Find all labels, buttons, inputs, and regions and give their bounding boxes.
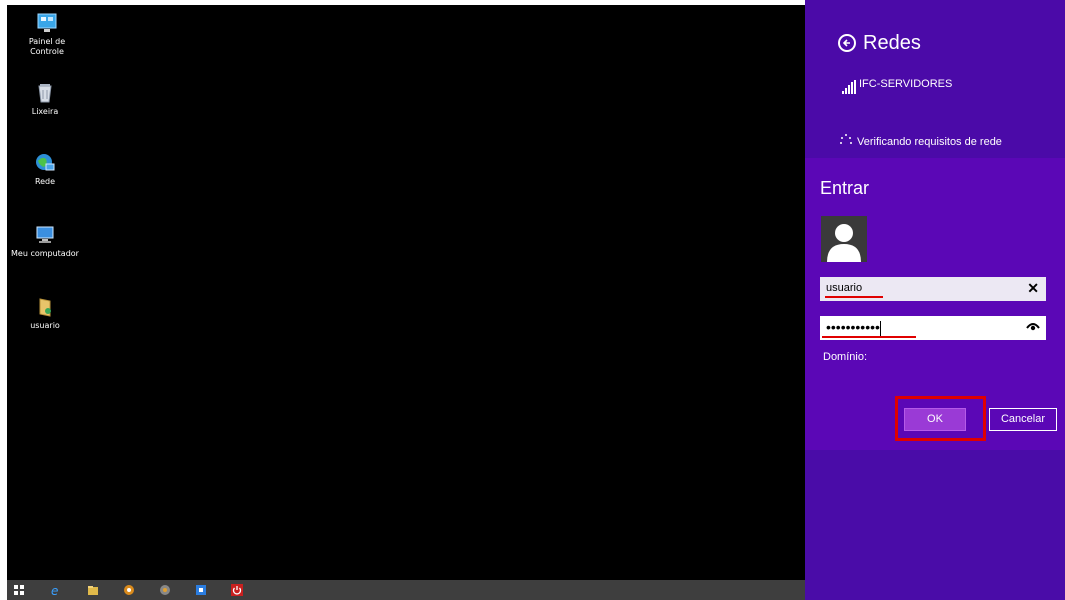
media-icon[interactable] [159,584,171,596]
store-icon[interactable] [195,584,207,596]
dialog-heading: Entrar [820,178,870,198]
username-value: usuario [826,282,863,294]
wifi-signal-icon [842,80,856,94]
annotation-underline [822,336,916,338]
panel-bottom [805,450,1065,600]
power-icon[interactable] [231,584,243,596]
cancel-button[interactable]: Cancelar [989,408,1057,431]
svg-text:e: e [51,584,58,596]
desktop-icon-label: Lixeira [31,107,59,116]
panel-title: Redes [863,32,921,54]
clear-icon[interactable]: ✕ [1027,280,1039,297]
network-icon [36,154,55,171]
domain-label: Domínio: [823,351,868,363]
network-name[interactable]: IFC-SERVIDORES [859,78,952,90]
network-panel: Redes IFC-SERVIDORES Verificando requisi… [805,0,1065,600]
reveal-password-icon[interactable] [1026,320,1040,332]
desktop-icon-label: Painel de Controle [28,37,66,56]
desktop-icon-user-folder[interactable]: usuario [10,296,80,331]
desktop-icon-recycle-bin[interactable]: Lixeira [10,82,80,117]
desktop-icon-network[interactable]: Rede [10,152,80,187]
recycle-bin-icon [38,84,52,103]
internet-explorer-icon[interactable]: e [50,584,62,596]
desktop [7,5,805,580]
start-icon[interactable] [13,584,25,596]
loading-spinner-icon [840,134,852,144]
computer-icon [36,226,54,243]
control-panel-icon [37,13,57,32]
desktop-icon-label: usuario [30,321,60,330]
annotation-underline [825,296,883,298]
desktop-icon-label: Rede [34,177,56,186]
taskbar: e [7,580,805,600]
back-arrow-icon[interactable] [838,34,856,52]
networks-section: Redes IFC-SERVIDORES Verificando requisi… [805,0,1065,158]
ok-button[interactable]: OK [904,408,966,431]
avatar [821,216,867,262]
desktop-icon-label: Meu computador [11,249,79,258]
user-folder-icon [39,298,51,317]
app-icon[interactable] [123,584,135,596]
password-value: ••••••••••• [826,319,880,335]
desktop-icon-computer[interactable]: Meu computador [10,224,80,259]
status-text: Verificando requisitos de rede [857,136,1002,148]
user-avatar-icon [827,224,861,262]
file-explorer-icon[interactable] [87,584,99,596]
desktop-icon-control-panel[interactable]: Painel de Controle [12,12,82,57]
